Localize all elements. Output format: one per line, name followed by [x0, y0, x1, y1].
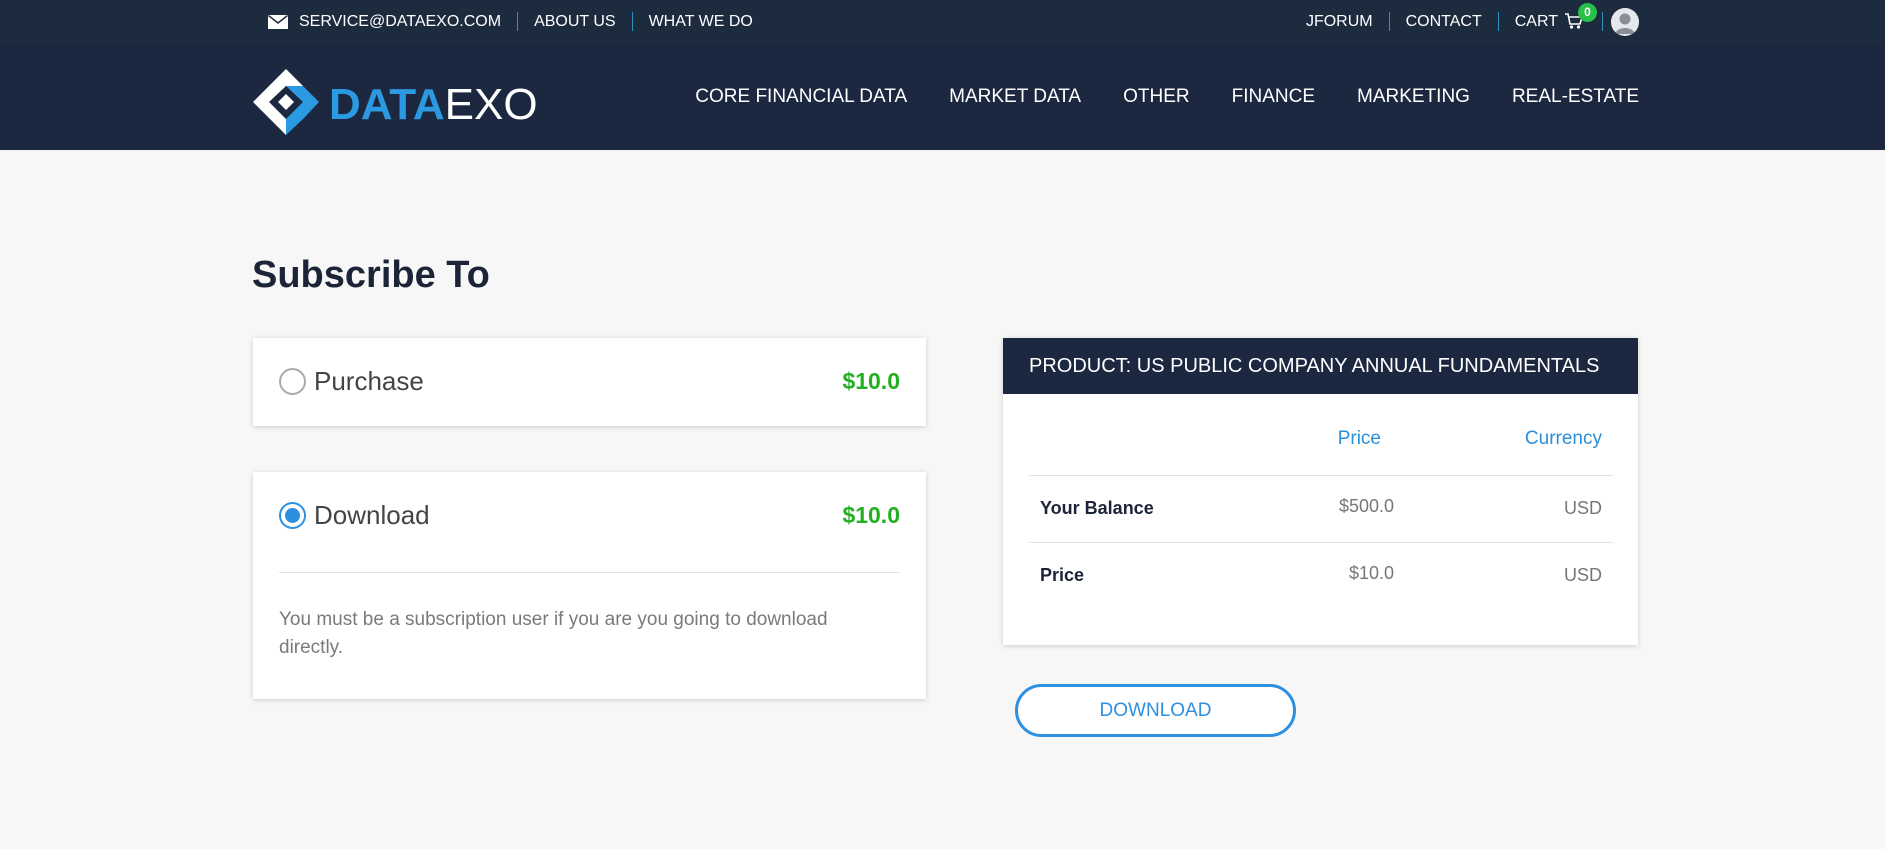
row-label-balance: Your Balance [1040, 498, 1154, 518]
column-header-currency: Currency [1524, 428, 1602, 449]
top-bar: SERVICE@DATAEXO.COM ABOUT US WHAT WE DO … [0, 0, 1885, 43]
envelope-icon [268, 14, 288, 29]
product-summary-panel: PRODUCT: US PUBLIC COMPANY ANNUAL FUNDAM… [1003, 338, 1638, 645]
page-title: Subscribe To [252, 254, 490, 296]
about-us-link[interactable]: ABOUT US [518, 12, 633, 31]
table-row: Your Balance $500.0 USD [1029, 476, 1613, 543]
product-header: PRODUCT: US PUBLIC COMPANY ANNUAL FUNDAM… [1003, 338, 1638, 394]
download-option-card[interactable]: Download $10.0 You must be a subscriptio… [253, 472, 926, 699]
column-header-price: Price [1337, 428, 1381, 449]
nav-item-market-data[interactable]: MARKET DATA [949, 86, 1081, 108]
purchase-label: Purchase [314, 365, 424, 396]
download-price: $10.0 [842, 501, 900, 528]
logo-text-data: DATA [329, 79, 445, 129]
user-avatar-icon[interactable] [1611, 7, 1639, 36]
product-table: Price Currency Your Balance $500.0 USD P… [1029, 394, 1613, 610]
nav-item-core-financial-data[interactable]: CORE FINANCIAL DATA [695, 86, 907, 108]
cart-label: CART [1514, 12, 1558, 30]
nav-item-finance[interactable]: FINANCE [1232, 86, 1315, 108]
table-row: Price $10.0 USD [1029, 543, 1613, 610]
logo-wordmark: DATAEXO [329, 79, 538, 129]
download-option-row: Download $10.0 [279, 498, 900, 532]
nav-item-other[interactable]: OTHER [1123, 86, 1190, 108]
dataexo-logo[interactable]: DATAEXO [251, 67, 538, 142]
nav-item-marketing[interactable]: MARKETING [1357, 86, 1470, 108]
nav-menu: CORE FINANCIAL DATA MARKET DATA OTHER FI… [653, 43, 1639, 150]
what-we-do-link[interactable]: WHAT WE DO [633, 12, 753, 31]
logo-text-exo: EXO [444, 79, 538, 129]
download-label: Download [314, 499, 430, 530]
table-header-row: Price Currency [1029, 394, 1613, 476]
cart-count-badge: 0 [1578, 2, 1597, 22]
card-divider [279, 572, 900, 573]
dataexo-diamond-logo-icon [251, 67, 321, 142]
jforum-link[interactable]: JFORUM [1306, 12, 1390, 31]
row-price-balance: $500.0 [1338, 496, 1394, 516]
purchase-option-row: Purchase $10.0 [279, 364, 900, 398]
row-price-price: $10.0 [1348, 563, 1394, 583]
email-text: SERVICE@DATAEXO.COM [299, 12, 502, 30]
row-currency-balance: USD [1563, 498, 1602, 518]
nav-item-real-estate[interactable]: REAL-ESTATE [1512, 86, 1639, 108]
purchase-radio[interactable] [279, 367, 306, 395]
contact-link[interactable]: CONTACT [1390, 12, 1499, 31]
cart-link[interactable]: CART 0 [1499, 2, 1603, 32]
purchase-price: $10.0 [842, 367, 900, 394]
shopping-cart-icon: 0 [1564, 2, 1597, 32]
row-label-price: Price [1040, 565, 1085, 585]
download-note: You must be a subscription user if you a… [279, 609, 828, 658]
top-bar-right: JFORUM CONTACT CART 0 [1306, 0, 1639, 43]
row-currency-price: USD [1563, 565, 1602, 585]
top-bar-left: SERVICE@DATAEXO.COM ABOUT US WHAT WE DO [268, 0, 753, 43]
purchase-option-card[interactable]: Purchase $10.0 [253, 338, 926, 426]
download-radio[interactable] [279, 501, 306, 529]
main-navbar: DATAEXO CORE FINANCIAL DATA MARKET DATA … [0, 43, 1885, 150]
email-link[interactable]: SERVICE@DATAEXO.COM [268, 12, 519, 31]
download-button[interactable]: DOWNLOAD [1015, 684, 1296, 737]
